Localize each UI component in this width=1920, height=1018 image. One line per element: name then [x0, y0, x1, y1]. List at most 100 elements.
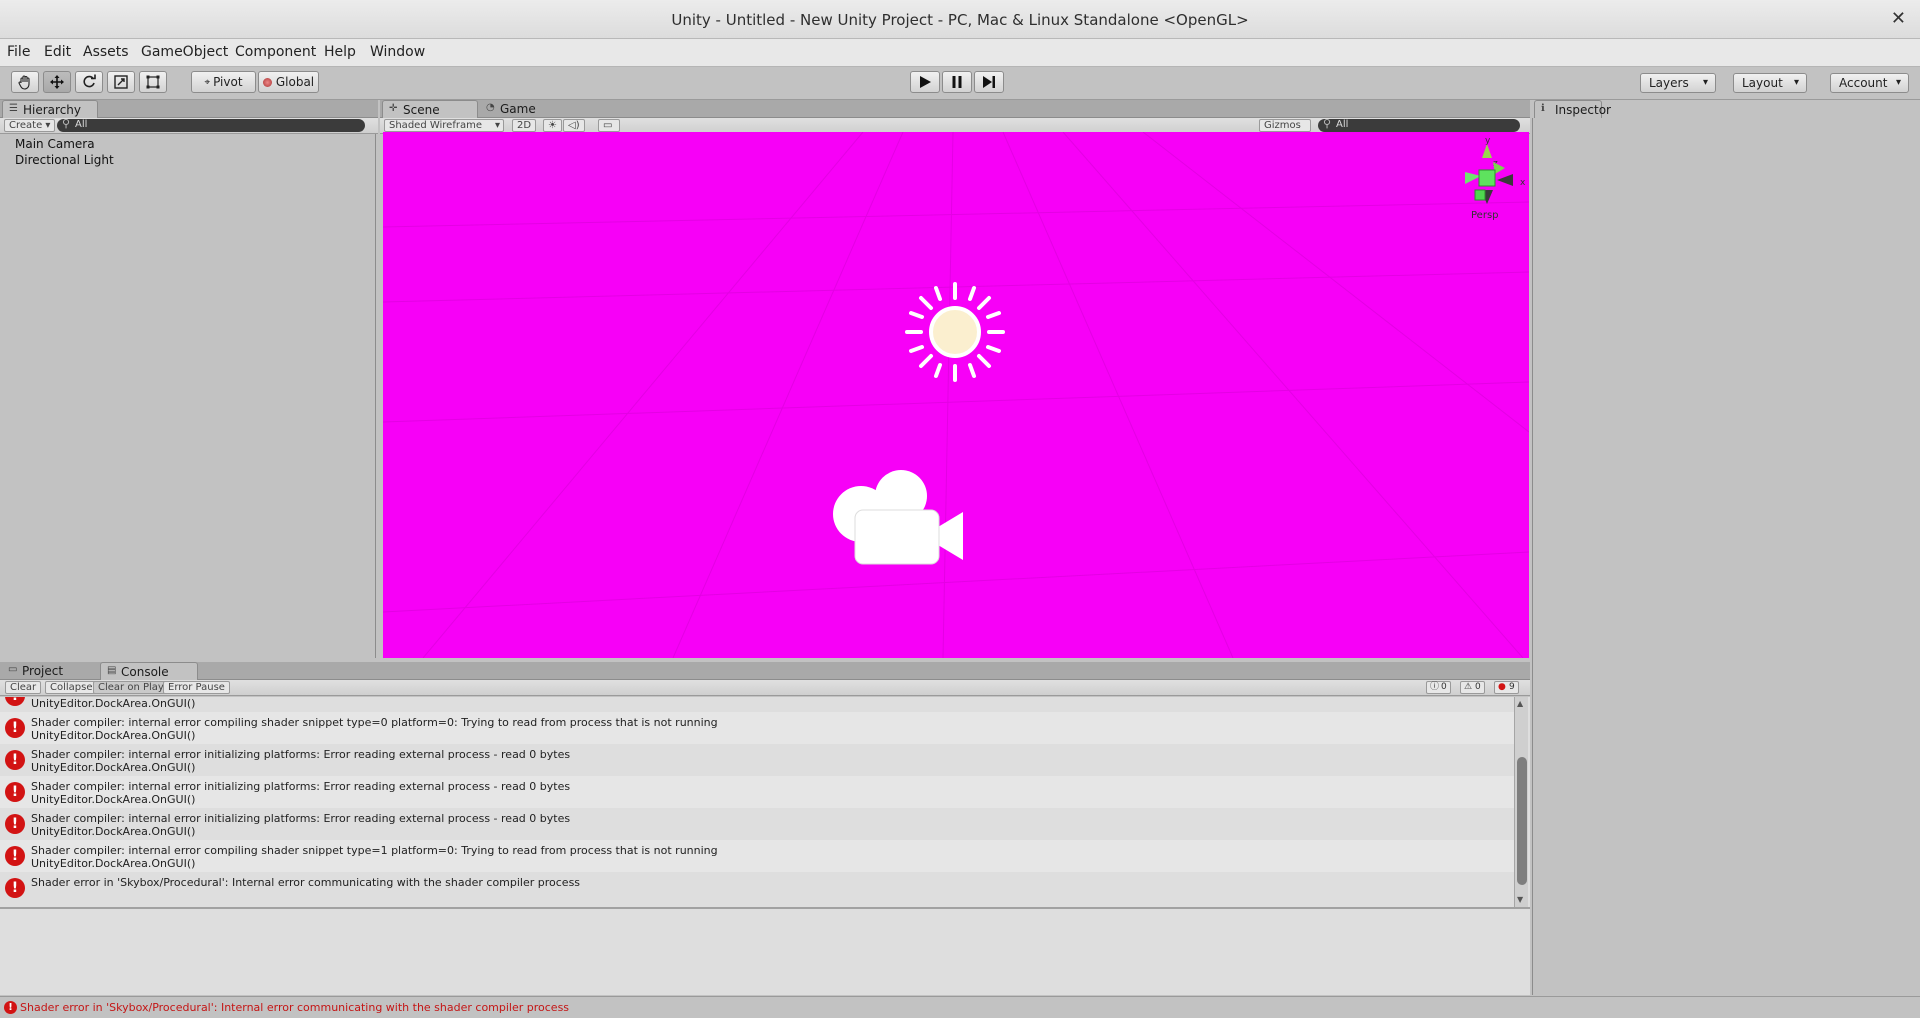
console-row[interactable]: ! Shader compiler: internal error initia…: [0, 776, 1514, 808]
scene-icon: ✛: [389, 103, 398, 114]
hierarchy-search-input[interactable]: All: [57, 118, 365, 132]
tab-inspector[interactable]: ℹ Inspector: [1534, 100, 1611, 118]
global-toggle-button[interactable]: Global: [258, 71, 319, 93]
scene-lighting-toggle[interactable]: ☀: [543, 119, 562, 132]
globe-icon: [262, 77, 272, 87]
console-scrollbar[interactable]: ▲ ▼: [1514, 697, 1528, 907]
console-tab-label: Console: [121, 665, 169, 679]
log-count-toggle[interactable]: ⓘ 0: [1426, 681, 1451, 694]
menu-assets[interactable]: Assets: [83, 44, 129, 60]
console-panel-header: ▭ Project ▤ Console Clear Collapse Clear…: [0, 662, 1530, 697]
menu-help[interactable]: Help: [324, 44, 356, 60]
rotate-icon: [83, 74, 96, 88]
account-dropdown[interactable]: Account: [1830, 73, 1909, 93]
scene-gizmo-axes[interactable]: y x z Persp: [1451, 132, 1527, 232]
shading-mode-label: Shaded Wireframe: [389, 120, 482, 131]
scroll-down-icon[interactable]: ▼: [1517, 895, 1523, 904]
scroll-up-icon[interactable]: ▲: [1517, 699, 1523, 708]
hand-icon: [18, 75, 30, 90]
play-button[interactable]: [910, 71, 940, 93]
hierarchy-list: Main Camera Directional Light: [0, 134, 376, 658]
console-detail-pane: [0, 907, 1530, 995]
collapse-button[interactable]: Collapse: [45, 681, 98, 694]
error-icon: !: [5, 750, 25, 770]
hierarchy-toolbar: Create ▾ All: [0, 118, 378, 134]
close-window-button[interactable]: ✕: [1891, 8, 1906, 29]
warning-count-toggle[interactable]: ⚠ 0: [1460, 681, 1485, 694]
pause-button[interactable]: [942, 71, 972, 93]
game-tab-label: Game: [500, 102, 536, 116]
console-row[interactable]: ! Shader error in 'Skybox/Procedural': I…: [0, 872, 1514, 904]
error-count-toggle[interactable]: ● 9: [1494, 681, 1519, 694]
layers-dropdown[interactable]: Layers: [1640, 73, 1716, 93]
console-row[interactable]: ! Shader compiler: internal error initia…: [0, 744, 1514, 776]
warning-icon: ⚠: [1464, 682, 1473, 692]
rect-tool-icon: [146, 75, 160, 89]
status-bar[interactable]: ! Shader error in 'Skybox/Procedural': I…: [0, 996, 1920, 1018]
hierarchy-item-directional-light[interactable]: Directional Light: [15, 153, 114, 167]
tab-project[interactable]: ▭ Project: [2, 662, 98, 680]
window-title: Unity - Untitled - New Unity Project - P…: [671, 11, 1249, 29]
console-row[interactable]: ! Shader compiler: internal error compil…: [0, 840, 1514, 872]
tab-scene[interactable]: ✛ Scene: [382, 100, 478, 118]
clear-on-play-toggle[interactable]: Clear on Play: [93, 681, 169, 694]
rotate-tool-button[interactable]: [75, 71, 103, 93]
menu-gameobject[interactable]: GameObject: [141, 44, 228, 60]
pivot-icon: ⌖: [204, 76, 211, 88]
rect-tool-button[interactable]: [139, 71, 167, 93]
console-row-trace: UnityEditor.DockArea.OnGUI(): [31, 857, 196, 870]
directional-light-icon[interactable]: [903, 280, 1007, 384]
pause-icon: [952, 76, 962, 88]
error-icon: !: [4, 1001, 17, 1014]
layout-dropdown[interactable]: Layout: [1733, 73, 1807, 93]
menu-component[interactable]: Component: [235, 44, 316, 60]
hierarchy-item-main-camera[interactable]: Main Camera: [15, 137, 95, 151]
error-icon: !: [5, 878, 25, 898]
console-row[interactable]: ! UnityEditor.DockArea.OnGUI(): [0, 697, 1514, 712]
step-icon: [983, 76, 995, 88]
hierarchy-panel: ☰ Hierarchy Create ▾ All Main Camera Dir…: [0, 100, 378, 660]
console-row[interactable]: ! Shader compiler: internal error initia…: [0, 808, 1514, 840]
scale-tool-button[interactable]: [107, 71, 135, 93]
scale-icon: [114, 75, 128, 89]
console-row-message: Shader compiler: internal error initiali…: [31, 748, 571, 761]
project-tab-label: Project: [22, 664, 64, 678]
move-tool-button[interactable]: [43, 71, 71, 93]
camera-icon[interactable]: [829, 466, 969, 570]
toggle-2d-button[interactable]: 2D: [512, 119, 537, 132]
scene-search-input[interactable]: All: [1318, 118, 1520, 132]
error-icon: ●: [1498, 682, 1506, 692]
console-row-message: Shader compiler: internal error compilin…: [31, 716, 718, 729]
image-icon: ▭: [603, 120, 613, 131]
menu-bar: File Edit Assets GameObject Component He…: [0, 39, 1920, 67]
info-icon: ℹ: [1541, 103, 1545, 114]
tab-console[interactable]: ▤ Console: [100, 662, 198, 680]
step-button[interactable]: [974, 71, 1004, 93]
gizmos-label: Gizmos: [1264, 120, 1301, 131]
hand-tool-button[interactable]: [11, 71, 39, 93]
tab-game[interactable]: ◔ Game: [480, 100, 566, 118]
title-bar: Unity - Untitled - New Unity Project - P…: [0, 0, 1920, 39]
clear-button[interactable]: Clear: [5, 681, 42, 694]
shading-mode-dropdown[interactable]: Shaded Wireframe ▾: [384, 119, 504, 132]
error-count: 9: [1509, 682, 1515, 692]
pivot-toggle-button[interactable]: ⌖ Pivot: [191, 71, 256, 93]
error-pause-button[interactable]: Error Pause: [163, 681, 230, 694]
scene-audio-toggle[interactable]: ◁): [563, 119, 585, 132]
folder-icon: ▭: [8, 664, 18, 675]
console-scroll-thumb[interactable]: [1517, 757, 1527, 885]
scene-viewport[interactable]: y x z Persp: [383, 132, 1529, 658]
console-log-list[interactable]: ! UnityEditor.DockArea.OnGUI() ! Shader …: [0, 697, 1530, 907]
pacman-icon: ◔: [486, 102, 495, 113]
tab-hierarchy[interactable]: ☰ Hierarchy: [2, 100, 98, 118]
scene-effects-dropdown[interactable]: ▭: [598, 119, 620, 132]
create-dropdown[interactable]: Create ▾: [4, 119, 56, 132]
chevron-down-icon: ▾: [494, 120, 500, 131]
menu-window[interactable]: Window: [370, 44, 425, 60]
menu-edit[interactable]: Edit: [44, 44, 71, 60]
console-row-message: Shader compiler: internal error initiali…: [31, 812, 571, 825]
console-row[interactable]: ! Shader compiler: internal error compil…: [0, 712, 1514, 744]
menu-file[interactable]: File: [7, 44, 30, 60]
gizmos-dropdown[interactable]: Gizmos ▾: [1259, 119, 1311, 142]
log-count: 0: [1441, 682, 1447, 692]
